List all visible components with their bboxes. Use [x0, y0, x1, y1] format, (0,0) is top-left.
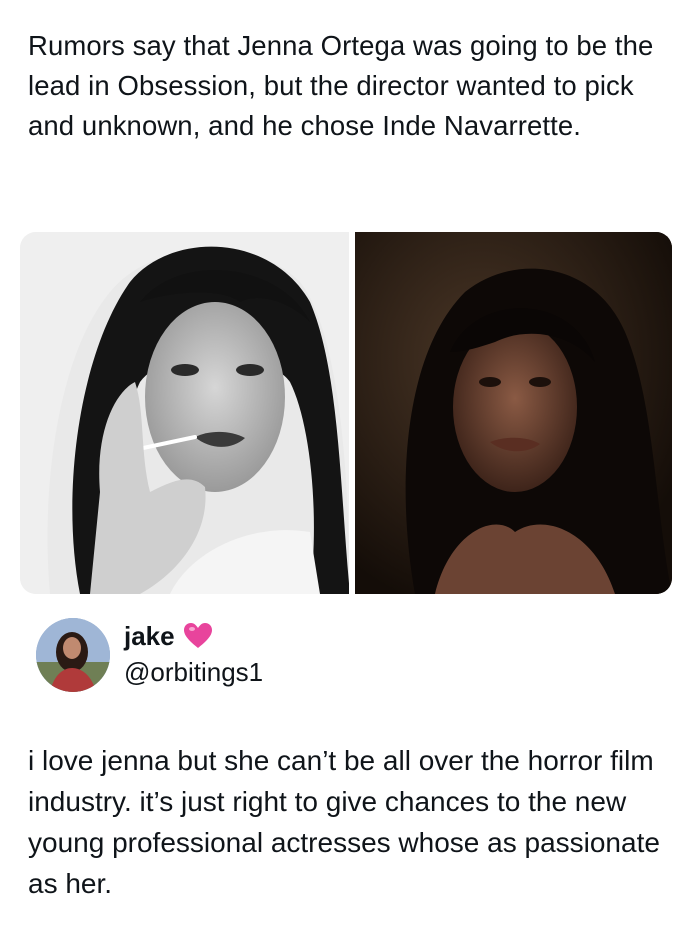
- bw-portrait-photo[interactable]: [20, 232, 349, 594]
- author-name[interactable]: jake: [124, 620, 175, 652]
- reply-text: i love jenna but she can’t be all over t…: [28, 745, 660, 899]
- avatar-illustration: [36, 618, 110, 692]
- dark-film-still-photo[interactable]: [355, 232, 672, 594]
- pink-heart-icon: [183, 622, 213, 650]
- media-grid[interactable]: [20, 232, 672, 594]
- film-still-illustration: [355, 232, 672, 594]
- author-handle[interactable]: @orbitings1: [124, 656, 263, 688]
- author-name-row[interactable]: jake: [124, 620, 213, 652]
- bw-portrait-illustration: [20, 232, 349, 594]
- post-text: Rumors say that Jenna Ortega was going t…: [28, 30, 654, 141]
- avatar[interactable]: [36, 618, 110, 692]
